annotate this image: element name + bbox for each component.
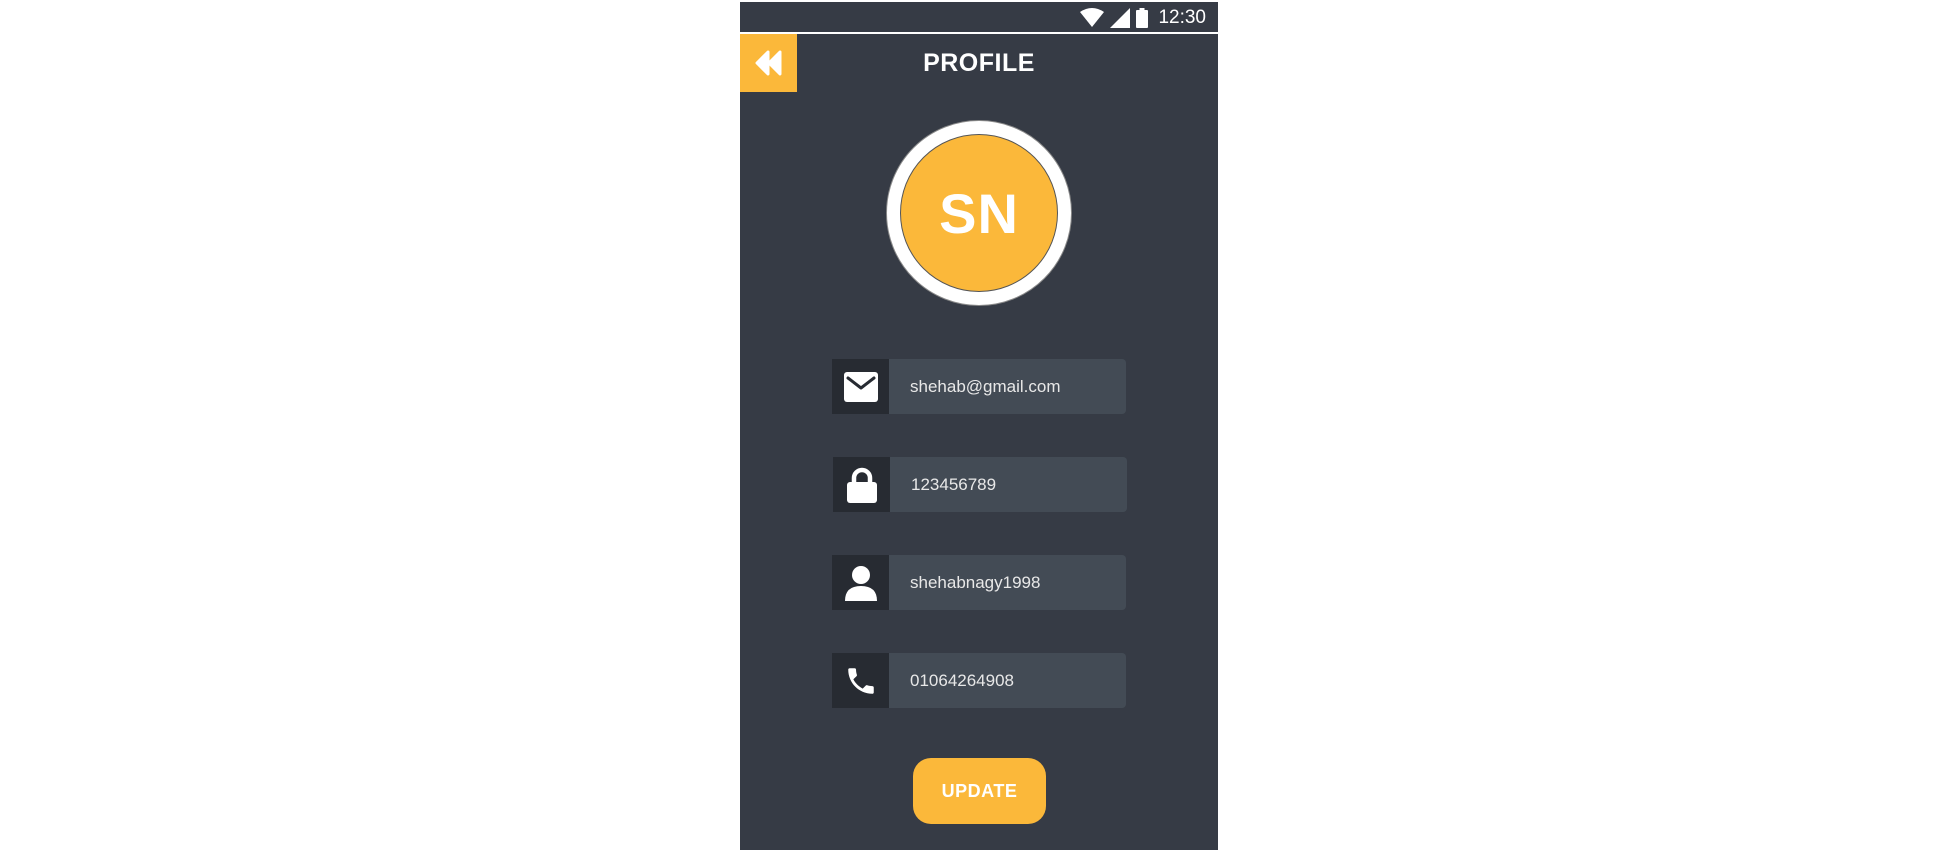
battery-icon <box>1136 8 1149 28</box>
username-icon-box <box>832 555 889 610</box>
status-icons: 12:30 <box>1080 7 1206 29</box>
signal-icon <box>1110 8 1131 28</box>
password-field-row: 123456789 <box>833 457 1127 512</box>
username-field[interactable]: shehabnagy1998 <box>889 555 1126 610</box>
avatar[interactable]: SN <box>900 134 1058 292</box>
page-title: PROFILE <box>923 49 1035 77</box>
password-field[interactable]: 123456789 <box>890 457 1127 512</box>
status-bar: 12:30 <box>740 2 1218 34</box>
email-field[interactable]: shehab@gmail.com <box>889 359 1126 414</box>
phone-field-row: 01064264908 <box>832 653 1126 708</box>
avatar-initials: SN <box>939 181 1019 245</box>
phone-field[interactable]: 01064264908 <box>889 653 1126 708</box>
phone-icon-box <box>832 653 889 708</box>
password-icon-box <box>833 457 890 512</box>
mail-icon <box>843 371 878 402</box>
user-icon <box>844 565 877 601</box>
email-icon-box <box>832 359 889 414</box>
update-button[interactable]: UPDATE <box>913 758 1046 824</box>
username-field-row: shehabnagy1998 <box>832 555 1126 610</box>
status-time: 12:30 <box>1158 7 1206 28</box>
update-button-label: UPDATE <box>941 780 1018 801</box>
email-field-row: shehab@gmail.com <box>832 359 1126 414</box>
wifi-icon <box>1080 8 1105 27</box>
lock-icon <box>846 467 877 503</box>
phone-icon <box>847 667 874 694</box>
phone-screen: 12:30 PROFILE SN shehab@gmail.com 123456… <box>740 2 1218 850</box>
